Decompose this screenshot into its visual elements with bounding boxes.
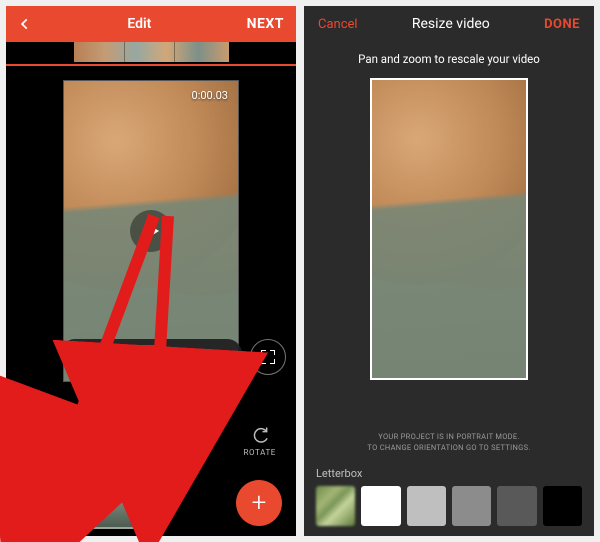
clip-thumbnails: + — [6, 468, 296, 536]
orientation-note-line2: TO CHANGE ORIENTATION GO TO SETTINGS. — [304, 442, 594, 453]
tool-tranx-label: TRANX — [100, 448, 129, 457]
orientation-note: YOUR PROJECT IS IN PORTRAIT MODE. TO CHA… — [304, 431, 594, 464]
video-canvas: 0:00.03 Undo Delete — [6, 66, 296, 414]
letterbox-swatch-5[interactable] — [543, 486, 582, 526]
play-button[interactable] — [130, 210, 172, 252]
letterbox-swatch-2[interactable] — [407, 486, 446, 526]
resize-header: Cancel Resize video DONE — [304, 6, 594, 42]
orientation-note-line1: YOUR PROJECT IS IN PORTRAIT MODE. — [304, 431, 594, 442]
resize-canvas — [304, 74, 594, 431]
resize-screen: Cancel Resize video DONE Pan and zoom to… — [304, 6, 594, 536]
tool-resize[interactable]: RESIZE — [151, 414, 224, 468]
resize-instruction: Pan and zoom to rescale your video — [304, 42, 594, 74]
timeline-strip[interactable] — [6, 42, 296, 66]
tool-resize-label: RESIZE — [173, 448, 202, 457]
fullscreen-button[interactable] — [250, 339, 286, 375]
back-button[interactable] — [18, 17, 32, 31]
play-icon — [146, 223, 159, 239]
transition-icon — [105, 425, 125, 445]
speaker-icon — [36, 495, 50, 509]
letterbox-swatch-1[interactable] — [361, 486, 400, 526]
undo-delete-bar: Undo Delete — [60, 339, 242, 369]
edit-title: Edit — [32, 16, 247, 32]
fullscreen-icon — [261, 350, 275, 364]
done-button[interactable]: DONE — [544, 17, 580, 32]
cancel-button[interactable]: Cancel — [318, 17, 358, 32]
edit-toolbar: SPEED TRANX RESIZE ROTATE — [6, 414, 296, 468]
next-button[interactable]: NEXT — [247, 16, 284, 32]
tool-rotate[interactable]: ROTATE — [224, 414, 297, 468]
divider — [140, 345, 160, 363]
timestamp: 0:00.03 — [192, 89, 228, 102]
resize-icon — [177, 425, 197, 445]
video-preview[interactable]: 0:00.03 Undo Delete — [63, 80, 239, 382]
tool-speed-label: SPEED — [29, 448, 56, 457]
letterbox-swatches — [304, 486, 594, 536]
add-clip-button[interactable]: + — [236, 480, 282, 526]
delete-button[interactable]: Delete — [182, 339, 236, 369]
edit-header: Edit NEXT — [6, 6, 296, 42]
clip-thumb-1[interactable] — [14, 475, 72, 529]
resize-still — [372, 80, 526, 378]
tool-speed[interactable]: SPEED — [6, 414, 79, 468]
undo-button[interactable]: Undo — [92, 339, 140, 369]
resize-frame[interactable] — [370, 78, 528, 380]
edit-screen: Edit NEXT 0:00.03 Undo Delete SPEED — [6, 6, 296, 536]
tool-rotate-label: ROTATE — [244, 448, 276, 457]
trash-icon — [162, 349, 182, 360]
letterbox-swatch-0[interactable] — [316, 486, 355, 526]
mute-badge[interactable] — [30, 489, 56, 515]
letterbox-swatch-4[interactable] — [497, 486, 536, 526]
letterbox-label: Letterbox — [304, 463, 594, 486]
undo-icon — [72, 348, 92, 360]
resize-title: Resize video — [358, 16, 545, 32]
rotate-icon — [250, 425, 270, 445]
letterbox-swatch-3[interactable] — [452, 486, 491, 526]
speed-icon — [32, 425, 52, 445]
tool-tranx[interactable]: TRANX — [79, 414, 152, 468]
plus-icon: + — [252, 488, 267, 518]
clip-thumb-2[interactable] — [80, 475, 138, 529]
